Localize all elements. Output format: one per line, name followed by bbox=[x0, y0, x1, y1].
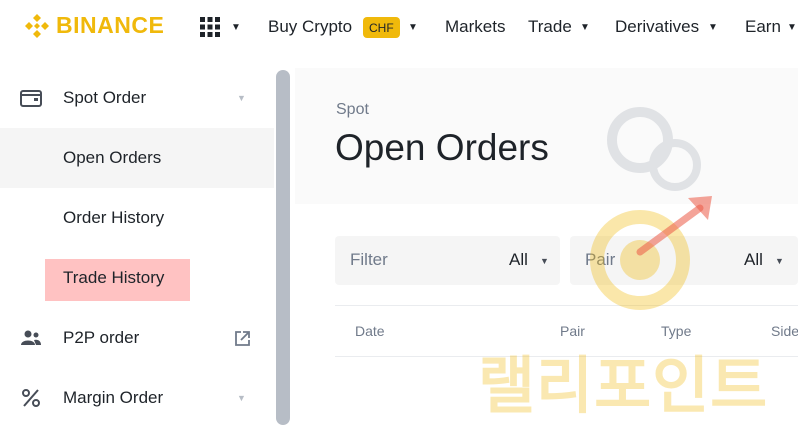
sidebar-item-label: Spot Order bbox=[63, 88, 147, 107]
chevron-down-icon: ▼ bbox=[540, 256, 549, 266]
brand-name: BINANCE bbox=[56, 12, 165, 38]
watermark-text: 랠리포인트 bbox=[478, 349, 769, 422]
binance-logo-icon bbox=[25, 13, 49, 38]
sidebar-item-p2p-order[interactable]: P2P order bbox=[0, 308, 274, 368]
column-header-date: Date bbox=[355, 323, 385, 339]
chevron-down-icon: ▼ bbox=[775, 256, 784, 266]
wallet-icon bbox=[20, 90, 42, 107]
table-divider bbox=[335, 305, 798, 306]
buy-crypto-caret-icon[interactable]: ▼ bbox=[408, 22, 418, 33]
sidebar-item-trade-history[interactable]: Trade History bbox=[0, 248, 274, 308]
hero-illustration bbox=[607, 107, 701, 191]
pair-value: All bbox=[744, 250, 763, 269]
chevron-down-icon: ▼ bbox=[237, 393, 246, 403]
earn-caret-icon[interactable]: ▼ bbox=[787, 22, 797, 33]
sidebar-item-label: Trade History bbox=[63, 268, 165, 287]
external-link-icon[interactable] bbox=[234, 330, 251, 347]
breadcrumb[interactable]: Spot bbox=[336, 101, 369, 119]
watermark-arrow-icon bbox=[636, 196, 712, 256]
sidebar-item-open-orders[interactable]: Open Orders bbox=[0, 128, 274, 188]
sidebar-item-label: Order History bbox=[63, 208, 165, 227]
nav-trade[interactable]: Trade bbox=[528, 17, 572, 37]
sidebar-item-label: Margin Order bbox=[63, 388, 164, 407]
chevron-down-icon: ▼ bbox=[237, 93, 246, 103]
sidebar-scrollbar-thumb[interactable] bbox=[276, 70, 290, 425]
percent-icon bbox=[22, 389, 40, 407]
nav-markets[interactable]: Markets bbox=[445, 17, 505, 37]
trade-caret-icon[interactable]: ▼ bbox=[580, 22, 590, 33]
filter-value: All bbox=[509, 250, 528, 269]
sidebar-item-order-history[interactable]: Order History bbox=[0, 188, 274, 248]
filter-label: Filter bbox=[350, 250, 388, 269]
nav-buy-crypto[interactable]: Buy Crypto bbox=[268, 17, 352, 37]
page-title: Open Orders bbox=[335, 127, 549, 168]
nav-derivatives[interactable]: Derivatives bbox=[615, 17, 699, 37]
apps-caret-icon[interactable]: ▼ bbox=[231, 22, 241, 33]
filter-select[interactable]: Filter All ▼ bbox=[335, 236, 560, 285]
sidebar-item-label: P2P order bbox=[63, 328, 140, 347]
top-navbar: BINANCE ▼ Buy Crypto CHF ▼ Markets Trade… bbox=[0, 0, 798, 56]
sidebar-item-label: Open Orders bbox=[63, 148, 162, 167]
derivatives-caret-icon[interactable]: ▼ bbox=[708, 22, 718, 33]
currency-badge[interactable]: CHF bbox=[363, 17, 400, 38]
apps-grid-icon[interactable] bbox=[200, 17, 220, 37]
sidebar-item-margin-order[interactable]: Margin Order ▼ bbox=[0, 368, 274, 425]
nav-earn[interactable]: Earn bbox=[745, 17, 781, 37]
binance-logo[interactable]: BINANCE bbox=[24, 12, 164, 39]
users-icon bbox=[21, 330, 41, 345]
column-header-side: Side bbox=[771, 323, 798, 339]
sidebar-item-spot-order[interactable]: Spot Order ▼ bbox=[0, 68, 274, 128]
